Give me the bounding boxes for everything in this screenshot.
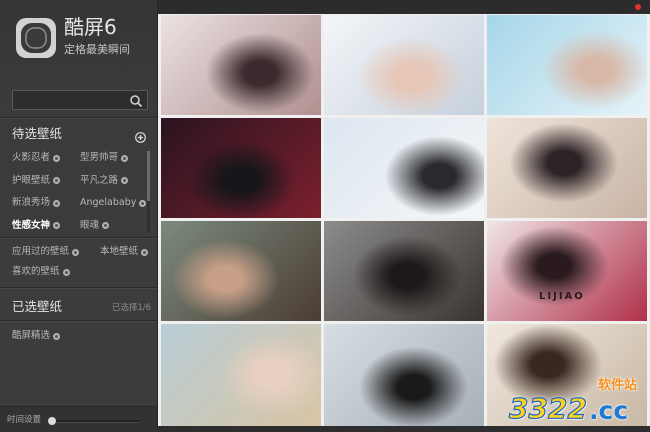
category-item[interactable]: 新浪秀场 bbox=[12, 192, 80, 215]
category-item[interactable]: 平凡之路 bbox=[80, 170, 148, 193]
dot-icon[interactable] bbox=[62, 268, 70, 276]
category-item[interactable]: 护眼壁纸 bbox=[12, 170, 80, 193]
divider bbox=[0, 117, 157, 119]
wallpaper-thumbnail[interactable] bbox=[324, 324, 484, 426]
wallpaper-thumbnail[interactable] bbox=[161, 221, 321, 321]
wallpaper-thumbnail[interactable] bbox=[324, 118, 484, 218]
category-label: 性感女神 bbox=[12, 219, 51, 231]
selected-count: 已选择1/6 bbox=[111, 303, 151, 313]
wallpaper-thumbnail[interactable] bbox=[161, 324, 321, 426]
app-tagline: 定格最美瞬间 bbox=[64, 43, 130, 56]
divider bbox=[0, 320, 157, 322]
dot-icon[interactable] bbox=[121, 177, 129, 185]
candidate-section-header: 待选壁纸 bbox=[0, 122, 157, 146]
search-input[interactable] bbox=[16, 92, 126, 108]
wallpaper-thumbnail[interactable] bbox=[487, 118, 647, 218]
category-item[interactable]: 型男帅哥 bbox=[80, 147, 148, 170]
title-bar bbox=[158, 0, 650, 14]
wallpaper-thumbnail[interactable] bbox=[161, 15, 321, 115]
dot-icon[interactable] bbox=[53, 177, 61, 185]
timer-settings: 时间设置 bbox=[0, 406, 157, 432]
dot-icon[interactable] bbox=[53, 332, 61, 340]
candidate-category-list: 火影忍者 型男帅哥 护眼壁纸 平凡之路 新浪秀场 Angelababy 性感女神… bbox=[12, 147, 148, 237]
selected-list: 酷屏精选 bbox=[12, 326, 148, 346]
candidate-section-title: 待选壁纸 bbox=[12, 126, 63, 141]
plus-icon-graphic bbox=[135, 132, 146, 143]
category-item[interactable]: 眼魂 bbox=[80, 215, 148, 238]
library-item-local[interactable]: 本地壁纸 bbox=[100, 242, 156, 262]
library-item-applied[interactable]: 应用过的壁纸 bbox=[12, 242, 100, 262]
wallpaper-thumbnail[interactable] bbox=[324, 221, 484, 321]
dot-icon[interactable] bbox=[121, 154, 129, 162]
selected-section-header: 已选壁纸 已选择1/6 bbox=[0, 295, 157, 319]
dot-icon[interactable] bbox=[141, 248, 149, 256]
search-icon[interactable] bbox=[129, 93, 143, 108]
dot-icon[interactable] bbox=[139, 199, 147, 207]
library-list: 应用过的壁纸 本地壁纸 喜欢的壁纸 bbox=[12, 242, 156, 282]
library-label: 应用过的壁纸 bbox=[12, 246, 70, 257]
thumbnail-caption: LIJIAO bbox=[539, 291, 585, 302]
category-item[interactable]: 性感女神 bbox=[12, 215, 80, 238]
divider bbox=[0, 287, 157, 289]
category-item[interactable]: Angelababy bbox=[80, 192, 148, 215]
app-window: 酷屏6 定格最美瞬间 待选壁纸 火影忍者 型男帅哥 护眼壁纸 平凡之路 新浪秀场… bbox=[0, 0, 650, 432]
divider bbox=[0, 237, 157, 239]
library-label: 喜欢的壁纸 bbox=[12, 266, 60, 277]
dot-icon[interactable] bbox=[53, 154, 61, 162]
category-item[interactable]: 火影忍者 bbox=[12, 147, 80, 170]
library-label: 本地壁纸 bbox=[100, 246, 139, 257]
category-label: 新浪秀场 bbox=[12, 197, 51, 209]
wallpaper-thumbnail[interactable] bbox=[324, 15, 484, 115]
logo-graphic bbox=[16, 18, 56, 58]
wallpaper-thumbnail[interactable]: LIJIAO bbox=[487, 221, 647, 321]
selected-section-title: 已选壁纸 bbox=[12, 299, 63, 314]
sidebar: 酷屏6 定格最美瞬间 待选壁纸 火影忍者 型男帅哥 护眼壁纸 平凡之路 新浪秀场… bbox=[0, 0, 158, 432]
kuping-logo-icon bbox=[15, 17, 57, 59]
wallpaper-thumbnail[interactable] bbox=[487, 15, 647, 115]
category-label: 护眼壁纸 bbox=[12, 174, 51, 186]
category-label: 眼魂 bbox=[80, 219, 100, 231]
library-item-favorites[interactable]: 喜欢的壁纸 bbox=[12, 262, 100, 282]
wallpaper-thumbnail[interactable] bbox=[161, 118, 321, 218]
category-scrollbar-thumb[interactable] bbox=[147, 151, 150, 201]
bottom-edge bbox=[158, 426, 650, 432]
timer-label: 时间设置 bbox=[7, 415, 42, 425]
dot-icon[interactable] bbox=[53, 222, 61, 230]
dot-icon[interactable] bbox=[102, 222, 110, 230]
plus-circle-icon[interactable] bbox=[135, 128, 146, 143]
category-label: 火影忍者 bbox=[12, 152, 51, 164]
category-scrollbar[interactable] bbox=[147, 151, 150, 233]
selected-label: 酷屏精选 bbox=[12, 330, 51, 341]
search-icon-graphic bbox=[130, 95, 143, 108]
close-dot-icon[interactable] bbox=[635, 4, 641, 10]
search-handle bbox=[137, 102, 143, 108]
category-label: 平凡之路 bbox=[80, 174, 119, 186]
search-box bbox=[12, 90, 148, 110]
wallpaper-grid: LIJIAO bbox=[158, 14, 650, 426]
timer-slider-knob[interactable] bbox=[48, 417, 56, 425]
timer-slider-track[interactable] bbox=[50, 420, 140, 423]
selected-item[interactable]: 酷屏精选 bbox=[12, 326, 148, 346]
category-label: 型男帅哥 bbox=[80, 152, 119, 164]
dot-icon[interactable] bbox=[53, 199, 61, 207]
app-name: 酷屏6 bbox=[64, 15, 117, 39]
dot-icon[interactable] bbox=[72, 248, 80, 256]
wallpaper-thumbnail[interactable] bbox=[487, 324, 647, 426]
search-lens bbox=[130, 95, 140, 105]
category-label: Angelababy bbox=[80, 197, 137, 209]
